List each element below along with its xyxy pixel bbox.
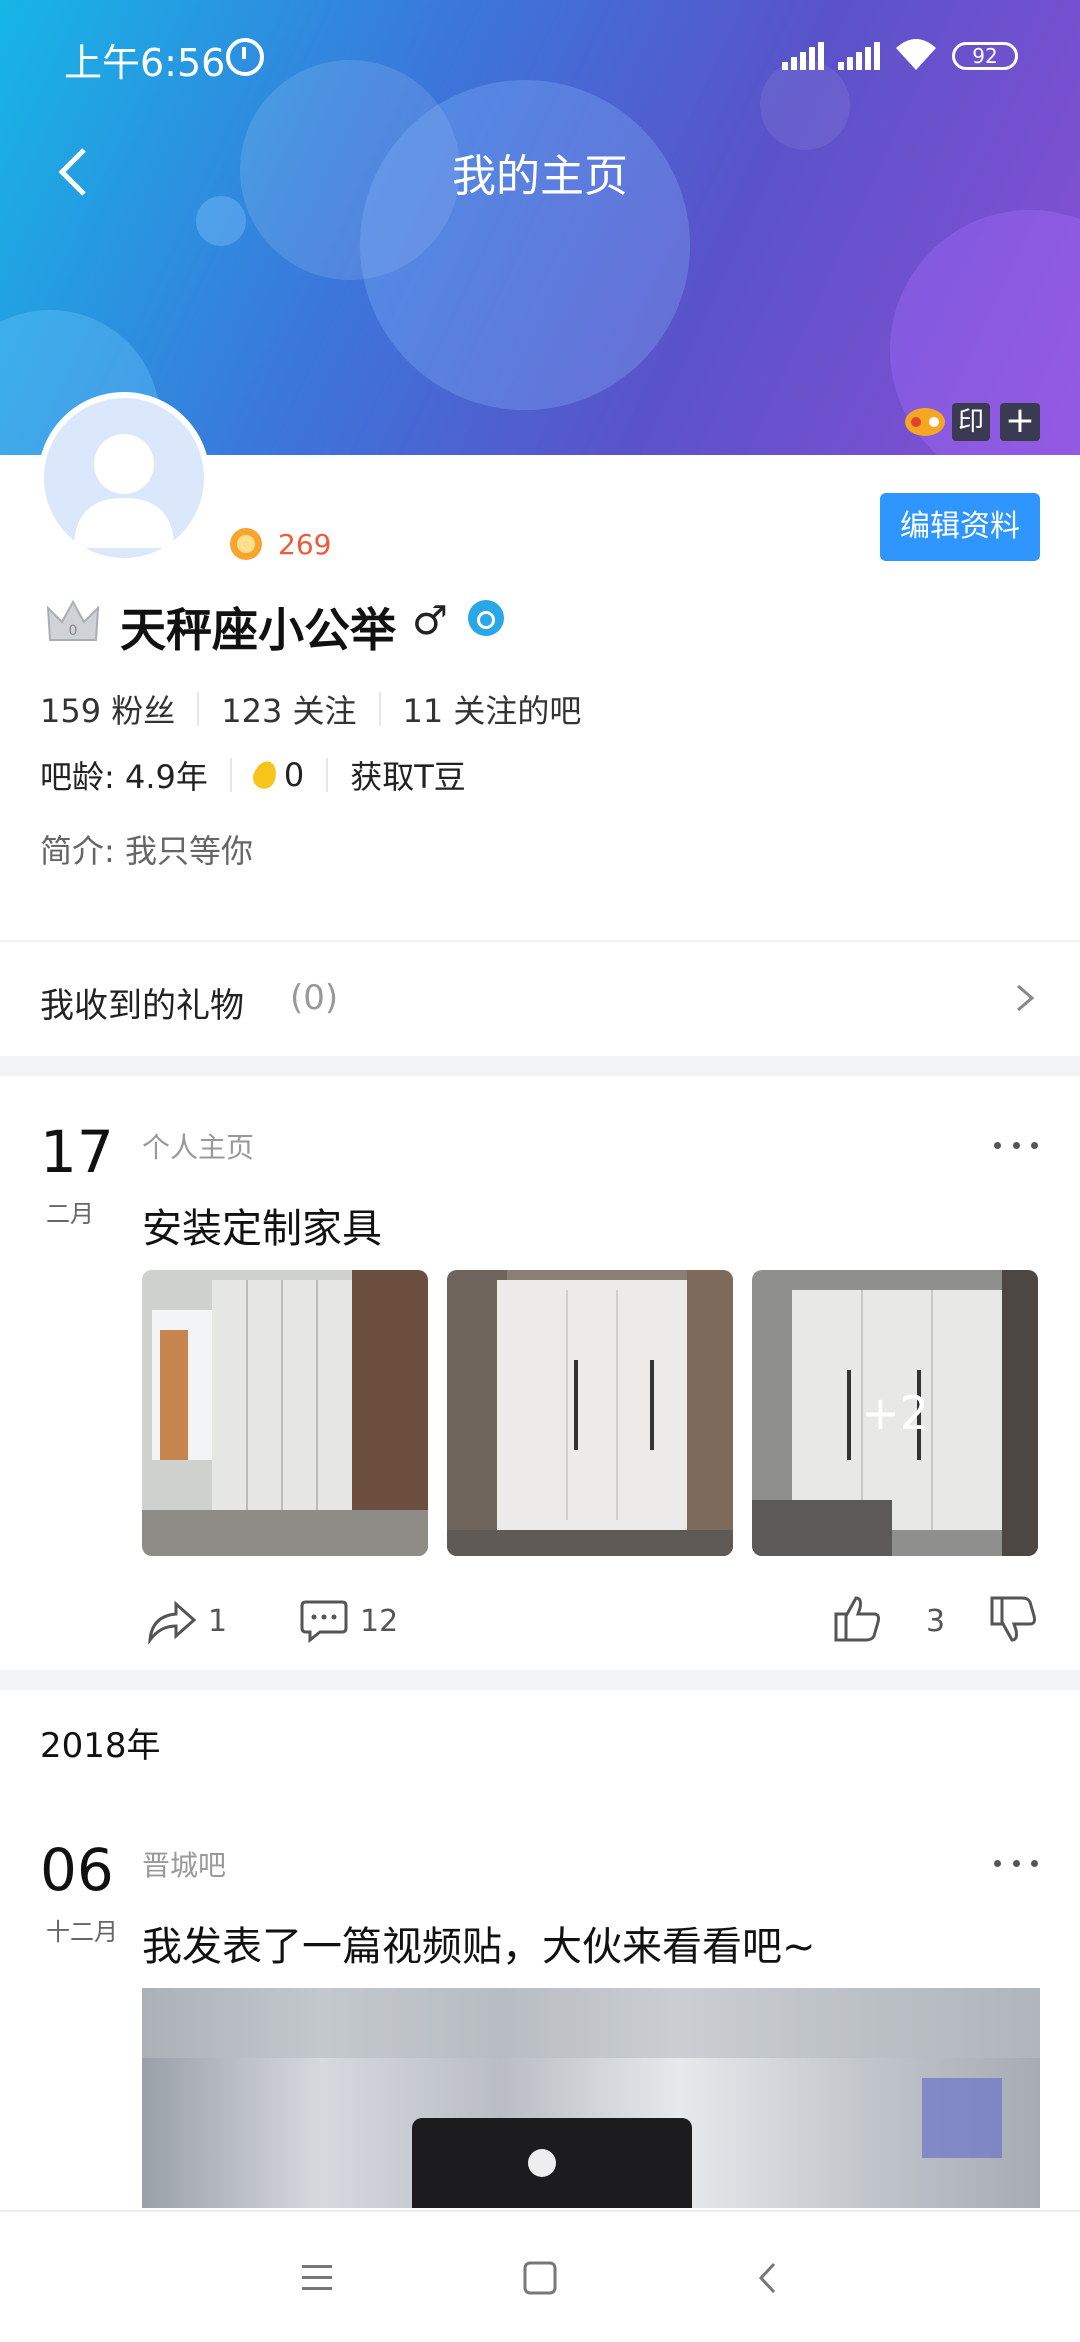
add-badge-icon[interactable]: + <box>1000 403 1040 441</box>
get-tdou-link[interactable]: 获取T豆 <box>350 752 466 798</box>
section-divider <box>0 1670 1080 1690</box>
crown-icon: 0 <box>46 599 100 641</box>
system-nav-bar <box>0 2210 1080 2342</box>
status-bar: 上午6:56 92 <box>0 0 1080 110</box>
level-number: 269 <box>278 528 332 561</box>
game-controller-icon[interactable] <box>904 404 946 438</box>
fans-stat[interactable]: 159 粉丝 <box>40 686 175 732</box>
gifts-row[interactable]: 我收到的礼物 (0) <box>0 942 1080 1052</box>
post-title[interactable]: 我发表了一篇视频贴，大伙来看看吧~ <box>142 1914 816 1972</box>
following-stat[interactable]: 123 关注 <box>221 686 356 732</box>
thumbs-down-icon[interactable] <box>988 1594 1038 1646</box>
chevron-right-icon <box>1017 984 1035 1012</box>
followed-bars-stat[interactable]: 11 关注的吧 <box>403 686 582 732</box>
username: 天秤座小公举 <box>120 603 396 657</box>
post-photo[interactable] <box>142 1270 428 1556</box>
more-options-icon[interactable] <box>994 1860 1038 1870</box>
like-count: 3 <box>926 1604 946 1639</box>
post-source[interactable]: 晋城吧 <box>142 1844 226 1884</box>
signal-icon <box>838 40 882 70</box>
default-avatar-icon <box>74 434 174 548</box>
home-icon[interactable] <box>522 2260 558 2296</box>
svg-text:0: 0 <box>69 623 78 639</box>
comment-icon[interactable] <box>300 1598 348 1644</box>
verified-badge-icon[interactable] <box>468 600 504 636</box>
avatar[interactable] <box>38 392 210 564</box>
back-icon[interactable] <box>756 2260 780 2296</box>
level-icon <box>230 528 262 560</box>
bar-age: 吧龄: 4.9年 <box>40 758 208 796</box>
more-options-icon[interactable] <box>994 1142 1038 1152</box>
wifi-icon <box>896 39 936 70</box>
post-day: 17 <box>40 1118 114 1186</box>
post-day: 06 <box>40 1836 114 1904</box>
gifts-count: (0) <box>290 978 339 1018</box>
post-title[interactable]: 安装定制家具 <box>142 1196 382 1254</box>
signal-icon <box>782 40 826 70</box>
tdou-icon <box>249 758 280 792</box>
share-icon[interactable] <box>146 1598 198 1644</box>
thumbs-up-icon[interactable] <box>832 1592 882 1644</box>
stats-row: 159 粉丝 123 关注 11 关注的吧 <box>40 686 581 732</box>
post-month: 二月 <box>46 1200 94 1228</box>
comment-count: 12 <box>360 1604 399 1639</box>
bio-text: 简介: 我只等你 <box>40 832 253 870</box>
alarm-icon <box>226 38 264 76</box>
video-thumbnail[interactable] <box>142 1988 1040 2208</box>
status-time: 上午6:56 <box>64 41 226 85</box>
section-divider <box>0 1056 1080 1076</box>
year-label: 2018年 <box>40 1726 161 1766</box>
post-source[interactable]: 个人主页 <box>142 1126 254 1166</box>
post-photo[interactable]: +2 <box>752 1270 1038 1556</box>
post-month: 十二月 <box>46 1918 118 1946</box>
edit-profile-button[interactable]: 编辑资料 <box>880 493 1040 561</box>
battery-indicator: 92 <box>952 42 1018 70</box>
page-title: 我的主页 <box>452 151 628 202</box>
stamp-badge-icon[interactable]: 印 <box>952 403 990 441</box>
gifts-label: 我收到的礼物 <box>40 986 244 1026</box>
share-count: 1 <box>208 1604 228 1639</box>
menu-icon[interactable] <box>300 2262 334 2292</box>
meta-row: 吧龄: 4.9年 0 获取T豆 <box>40 752 466 798</box>
more-photos-count: +2 <box>861 1386 929 1440</box>
tdou-count: 0 <box>283 756 305 794</box>
post-photo[interactable] <box>447 1270 733 1556</box>
gender-male-icon: ♂ <box>412 598 448 644</box>
